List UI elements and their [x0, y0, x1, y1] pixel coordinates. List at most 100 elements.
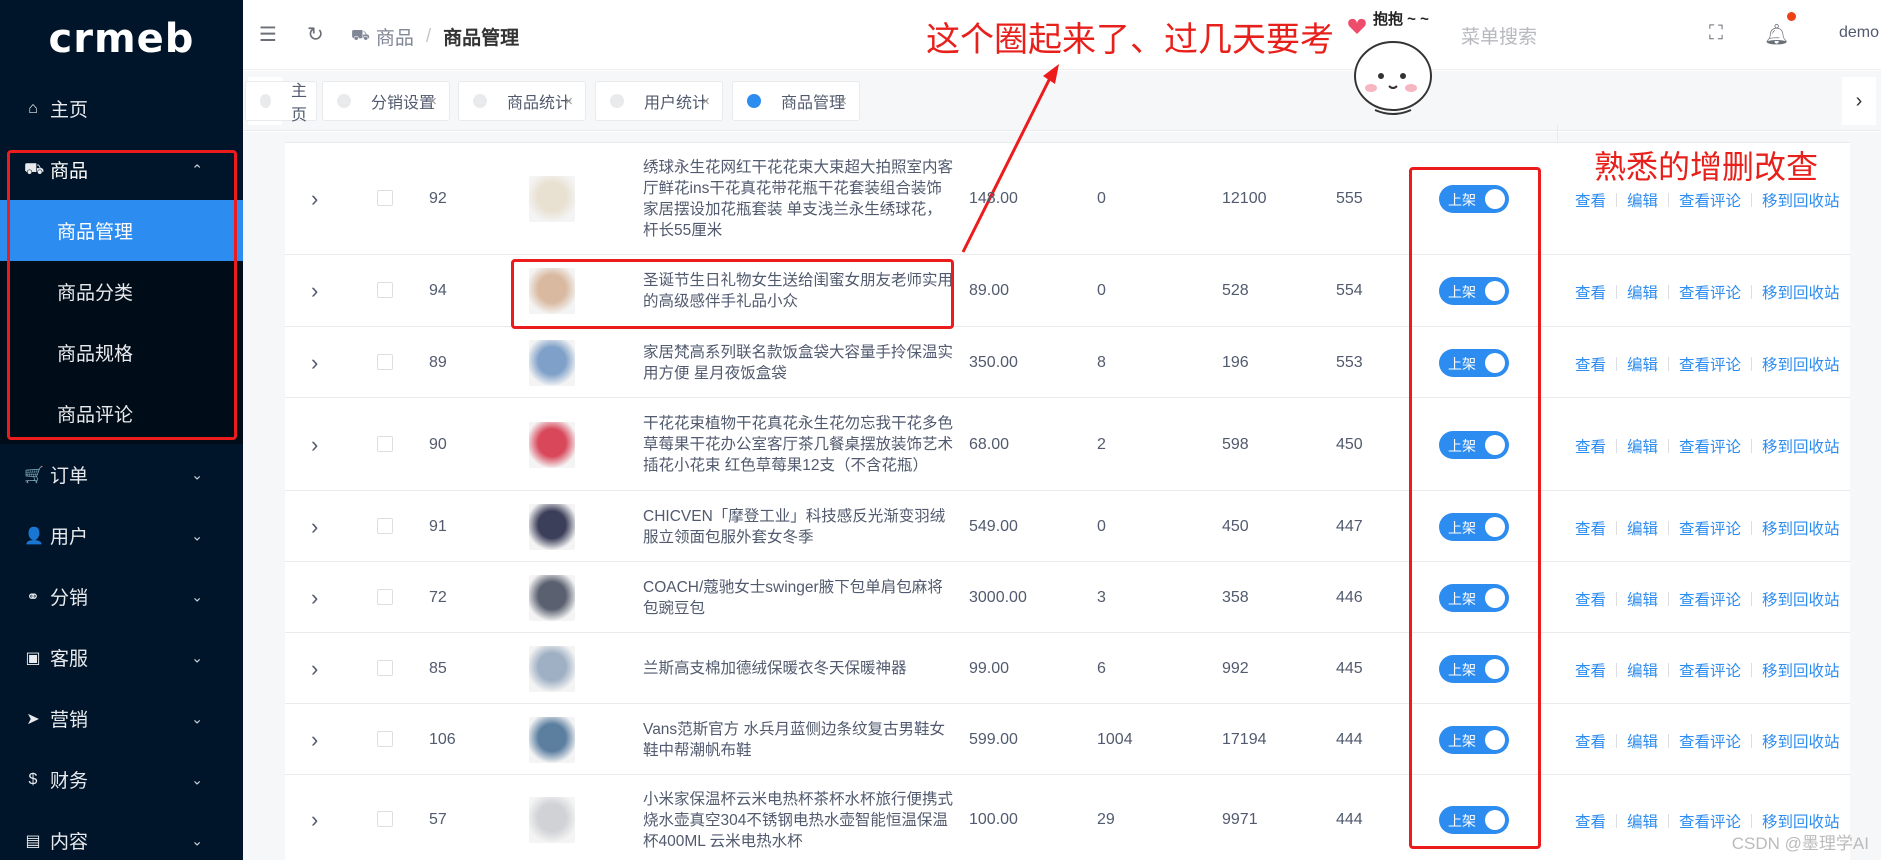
row-checkbox[interactable] [377, 659, 393, 676]
view-reviews-button[interactable]: 查看评论 [1679, 517, 1741, 539]
product-name[interactable]: 兰斯高支棉加德绒保暖衣冬天保暖神器 [643, 658, 953, 679]
view-button[interactable]: 查看 [1575, 353, 1606, 375]
view-button[interactable]: 查看 [1575, 659, 1606, 681]
expand-row-icon[interactable]: › [311, 585, 318, 611]
product-thumbnail [529, 503, 575, 550]
expand-row-icon[interactable]: › [311, 432, 318, 458]
edit-button[interactable]: 编辑 [1627, 281, 1658, 303]
tab-0[interactable]: 主页 [245, 81, 317, 124]
fullscreen-icon[interactable]: ⛶ [1709, 22, 1723, 45]
close-icon[interactable]: × [701, 93, 710, 110]
row-checkbox[interactable] [377, 517, 393, 534]
status-toggle[interactable]: 上架 [1439, 583, 1509, 612]
breadcrumb-item-goods[interactable]: 商品 [376, 23, 414, 50]
hamburger-menu-icon[interactable]: ☰ [259, 22, 277, 47]
close-icon[interactable]: × [428, 93, 437, 110]
status-toggle[interactable]: 上架 [1439, 806, 1509, 834]
menu-search-input[interactable]: 菜单搜索 [1461, 22, 1537, 49]
expand-row-icon[interactable]: › [311, 186, 318, 212]
edit-button[interactable]: 编辑 [1627, 353, 1658, 375]
product-name[interactable]: COACH/蔻驰女士swinger腋下包单肩包麻将包豌豆包 [643, 577, 953, 619]
sidebar-item-6[interactable]: ➤ 营销 ⌄ [0, 688, 243, 749]
expand-row-icon[interactable]: › [311, 656, 318, 682]
status-toggle[interactable]: 上架 [1439, 725, 1509, 754]
product-name[interactable]: 家居梵高系列联名款饭盒袋大容量手拎保温实用方便 星月夜饭盒袋 [643, 342, 953, 384]
move-to-recycle-button[interactable]: 移到回收站 [1762, 588, 1840, 610]
close-icon[interactable]: × [838, 93, 847, 110]
edit-button[interactable]: 编辑 [1627, 435, 1658, 457]
row-actions: 查看 编辑 查看评论 移到回收站 [1575, 189, 1840, 211]
edit-button[interactable]: 编辑 [1627, 810, 1658, 832]
row-actions: 查看 编辑 查看评论 移到回收站 [1575, 435, 1840, 457]
product-name[interactable]: 小米家保温杯云米电热杯茶杯水杯旅行便携式烧水壶真空304不锈钢电热水壶智能恒温保… [643, 789, 953, 852]
view-button[interactable]: 查看 [1575, 730, 1606, 752]
view-reviews-button[interactable]: 查看评论 [1679, 281, 1741, 303]
row-checkbox[interactable] [377, 190, 393, 206]
product-name[interactable]: CHICVEN「摩登工业」科技感反光渐变羽绒服立领面包服外套女冬季 [643, 506, 953, 548]
status-toggle[interactable]: 上架 [1439, 348, 1509, 377]
status-toggle[interactable]: 上架 [1439, 185, 1509, 213]
view-button[interactable]: 查看 [1575, 810, 1606, 832]
expand-row-icon[interactable]: › [311, 514, 318, 540]
row-checkbox[interactable] [377, 353, 393, 370]
row-checkbox[interactable] [377, 435, 393, 452]
sidebar-item-5[interactable]: ▣ 客服 ⌄ [0, 627, 243, 688]
view-button[interactable]: 查看 [1575, 281, 1606, 303]
view-reviews-button[interactable]: 查看评论 [1679, 435, 1741, 457]
user-name[interactable]: demo [1839, 24, 1879, 42]
row-checkbox[interactable] [377, 730, 393, 747]
edit-button[interactable]: 编辑 [1627, 517, 1658, 539]
status-toggle[interactable]: 上架 [1439, 430, 1509, 459]
move-to-recycle-button[interactable]: 移到回收站 [1762, 435, 1840, 457]
move-to-recycle-button[interactable]: 移到回收站 [1762, 281, 1840, 303]
view-button[interactable]: 查看 [1575, 189, 1606, 211]
edit-button[interactable]: 编辑 [1627, 730, 1658, 752]
move-to-recycle-button[interactable]: 移到回收站 [1762, 659, 1840, 681]
move-to-recycle-button[interactable]: 移到回收站 [1762, 730, 1840, 752]
close-icon[interactable]: × [564, 93, 573, 110]
product-name[interactable]: 绣球永生花网红干花花束大束超大拍照室内客厅鲜花ins干花真花带花瓶干花套装组合装… [643, 157, 953, 241]
view-button[interactable]: 查看 [1575, 435, 1606, 457]
expand-row-icon[interactable]: › [311, 278, 318, 304]
tab-1[interactable]: 分销设置 × [322, 81, 450, 121]
sidebar-item-8[interactable]: ▤ 内容 ⌄ [0, 810, 243, 860]
tab-2[interactable]: 商品统计 × [458, 81, 586, 121]
sidebar-item-3[interactable]: 👤 用户 ⌄ [0, 505, 243, 566]
tab-4[interactable]: 商品管理 × [732, 81, 860, 121]
move-to-recycle-button[interactable]: 移到回收站 [1762, 189, 1840, 211]
tab-3[interactable]: 用户统计 × [595, 81, 723, 121]
row-checkbox[interactable] [377, 811, 393, 827]
edit-button[interactable]: 编辑 [1627, 659, 1658, 681]
product-name[interactable]: Vans范斯官方 水兵月蓝侧边条纹复古男鞋女鞋中帮潮帆布鞋 [643, 719, 953, 761]
sidebar-item-2[interactable]: 🛒 订单 ⌄ [0, 444, 243, 505]
expand-row-icon[interactable]: › [311, 350, 318, 376]
move-to-recycle-button[interactable]: 移到回收站 [1762, 517, 1840, 539]
expand-row-icon[interactable]: › [311, 727, 318, 753]
view-button[interactable]: 查看 [1575, 517, 1606, 539]
tabs-next-button[interactable]: › [1842, 77, 1876, 125]
move-to-recycle-button[interactable]: 移到回收站 [1762, 353, 1840, 375]
sidebar-item-7[interactable]: $ 财务 ⌄ [0, 749, 243, 810]
status-toggle[interactable]: 上架 [1439, 654, 1509, 683]
row-checkbox[interactable] [377, 588, 393, 605]
product-name[interactable]: 干花花束植物干花真花永生花勿忘我干花多色草莓果干花办公室客厅茶几餐桌摆放装饰艺术… [643, 413, 953, 476]
refresh-icon[interactable]: ↻ [307, 22, 324, 47]
edit-button[interactable]: 编辑 [1627, 588, 1658, 610]
move-to-recycle-button[interactable]: 移到回收站 [1762, 810, 1840, 832]
view-reviews-button[interactable]: 查看评论 [1679, 189, 1741, 211]
bell-icon[interactable]: 🔔︎ [1764, 22, 1789, 47]
view-reviews-button[interactable]: 查看评论 [1679, 730, 1741, 752]
product-name[interactable]: 圣诞节生日礼物女生送给闺蜜女朋友老师实用的高级感伴手礼品小众 [643, 270, 953, 312]
status-toggle[interactable]: 上架 [1439, 512, 1509, 541]
view-reviews-button[interactable]: 查看评论 [1679, 353, 1741, 375]
row-checkbox[interactable] [377, 282, 393, 298]
view-reviews-button[interactable]: 查看评论 [1679, 659, 1741, 681]
sidebar-item-4[interactable]: ⚭ 分销 ⌄ [0, 566, 243, 627]
view-reviews-button[interactable]: 查看评论 [1679, 810, 1741, 832]
view-button[interactable]: 查看 [1575, 588, 1606, 610]
expand-row-icon[interactable]: › [311, 807, 318, 833]
view-reviews-button[interactable]: 查看评论 [1679, 588, 1741, 610]
status-toggle[interactable]: 上架 [1439, 277, 1509, 305]
edit-button[interactable]: 编辑 [1627, 189, 1658, 211]
sidebar-item-0[interactable]: ⌂ 主页 [0, 78, 243, 139]
